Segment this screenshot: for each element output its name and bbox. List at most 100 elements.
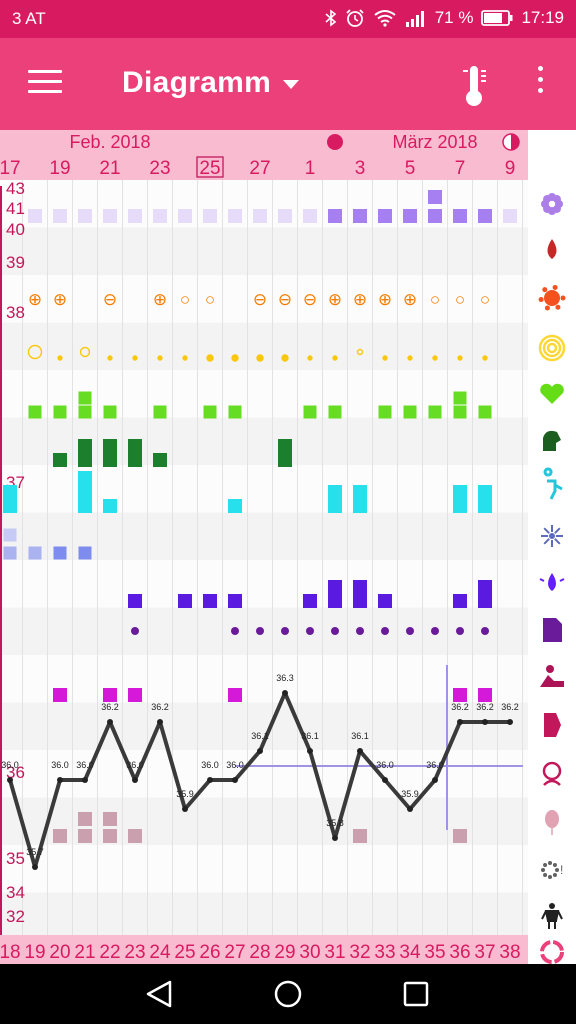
row-band [0, 750, 528, 798]
splat [560, 295, 566, 301]
half-moon-icon [502, 133, 520, 151]
cycle-day-label: 21 [74, 942, 95, 963]
mood-marker [278, 439, 292, 453]
hamburger-menu-icon[interactable] [28, 70, 62, 96]
activity-marker [228, 688, 242, 702]
headache-icon[interactable] [542, 761, 562, 786]
mood-icon[interactable] [543, 430, 561, 451]
heart-marker [78, 391, 92, 405]
more-vert-icon[interactable] [528, 66, 552, 102]
balloon-marker [53, 829, 67, 843]
symbol-marker: ⊕ [353, 290, 367, 309]
heart-marker [228, 405, 242, 419]
head [546, 665, 554, 673]
ring [542, 338, 562, 358]
flower-marker [428, 209, 442, 223]
splat [552, 284, 558, 290]
splash [544, 290, 560, 306]
app-bar: Diagramm [0, 38, 576, 130]
sparkle-marker [53, 546, 67, 560]
activity-marker [103, 688, 117, 702]
home-icon[interactable] [274, 980, 302, 1008]
symbol-marker: ⊖ [253, 290, 267, 309]
symbol-marker: ⊕ [403, 290, 417, 309]
tag-icon[interactable] [544, 713, 561, 737]
signal-icon [405, 11, 424, 27]
document-marker [431, 627, 439, 635]
splat [555, 304, 561, 310]
cycle-day-label: 30 [299, 942, 320, 963]
drop-marker [353, 594, 367, 608]
cycle-icon[interactable] [540, 940, 564, 964]
document-marker [281, 627, 289, 635]
flower-marker [128, 209, 142, 223]
flower-marker [503, 209, 517, 223]
document-icon[interactable] [543, 618, 562, 642]
head [549, 903, 555, 909]
blood-drop-icon[interactable] [547, 239, 557, 259]
temperature-point [232, 777, 238, 783]
body [541, 910, 563, 929]
flower-icon[interactable] [541, 193, 563, 215]
date-label: 1 [305, 158, 316, 179]
heart-marker [328, 405, 342, 419]
flower-marker [353, 209, 367, 223]
drop-marker [128, 594, 142, 608]
heart-marker [153, 405, 167, 419]
temperature-point [157, 719, 163, 725]
thermometer-icon[interactable] [456, 60, 492, 108]
cycle-chart[interactable]: 43414039383736353432⊕ ⊕ ⊖ ⊕ ○ ○ ⊖ ⊖ ⊖ ⊕ ⊕ ⊕ ⊕ ○ ○ ○36.0… [0, 180, 528, 964]
person-icon[interactable] [541, 903, 563, 929]
sparkle-marker [3, 546, 17, 560]
temperature-value-label: 36.0 [1, 760, 19, 770]
dot [555, 868, 559, 872]
symbol-marker: ⊕ [53, 290, 67, 309]
balloon-icon[interactable] [545, 810, 559, 835]
urine-marker [453, 485, 467, 499]
heart-marker [453, 405, 467, 419]
mood-marker [78, 439, 92, 453]
temperature-value-label: 36.3 [276, 673, 294, 683]
temperature-value-label: 36.2 [151, 702, 169, 712]
drop-marker [328, 594, 342, 608]
splash-icon[interactable] [538, 284, 566, 311]
activity-icon[interactable] [540, 665, 564, 687]
temperature-point [107, 719, 113, 725]
heart-icon[interactable] [540, 383, 564, 404]
temperature-value-label: 36.0 [51, 760, 69, 770]
temperature-value-label: 35.9 [401, 789, 419, 799]
symbol-marker: ○ [455, 290, 465, 309]
heart [540, 383, 564, 404]
month-label: Feb. 2018 [69, 132, 150, 152]
symbol-marker: ○ [430, 290, 440, 309]
temperature-scale-label: 34 [6, 883, 25, 902]
dot [541, 868, 545, 872]
water-drop-icon[interactable] [539, 573, 565, 591]
mood-marker [103, 453, 117, 467]
wifi-icon [374, 10, 396, 27]
flower-marker [453, 209, 467, 223]
urine-marker [478, 485, 492, 499]
urine-icon[interactable] [543, 467, 563, 500]
flower-marker [228, 209, 242, 223]
document-marker [406, 627, 414, 635]
temperature-point [207, 777, 213, 783]
ray [554, 527, 561, 534]
cycle-day-label: 25 [174, 942, 195, 963]
status-icons: 71 % 17:19 [325, 8, 564, 28]
dot [543, 863, 548, 868]
flower-marker [428, 190, 442, 204]
symbol-marker: ⊕ [328, 290, 342, 309]
urine-marker [478, 499, 492, 513]
back-icon[interactable] [146, 980, 172, 1008]
mood-marker [103, 439, 117, 453]
alert-icon[interactable]: ! [541, 861, 563, 879]
row-band [0, 892, 528, 940]
balloon-marker [103, 812, 117, 826]
recents-icon[interactable] [403, 981, 429, 1007]
sparkle-icon[interactable] [541, 525, 563, 547]
rings-icon[interactable] [538, 334, 566, 362]
view-selector-dropdown[interactable]: Diagramm [122, 66, 300, 100]
document-marker [256, 627, 264, 635]
heart-marker [303, 405, 317, 419]
